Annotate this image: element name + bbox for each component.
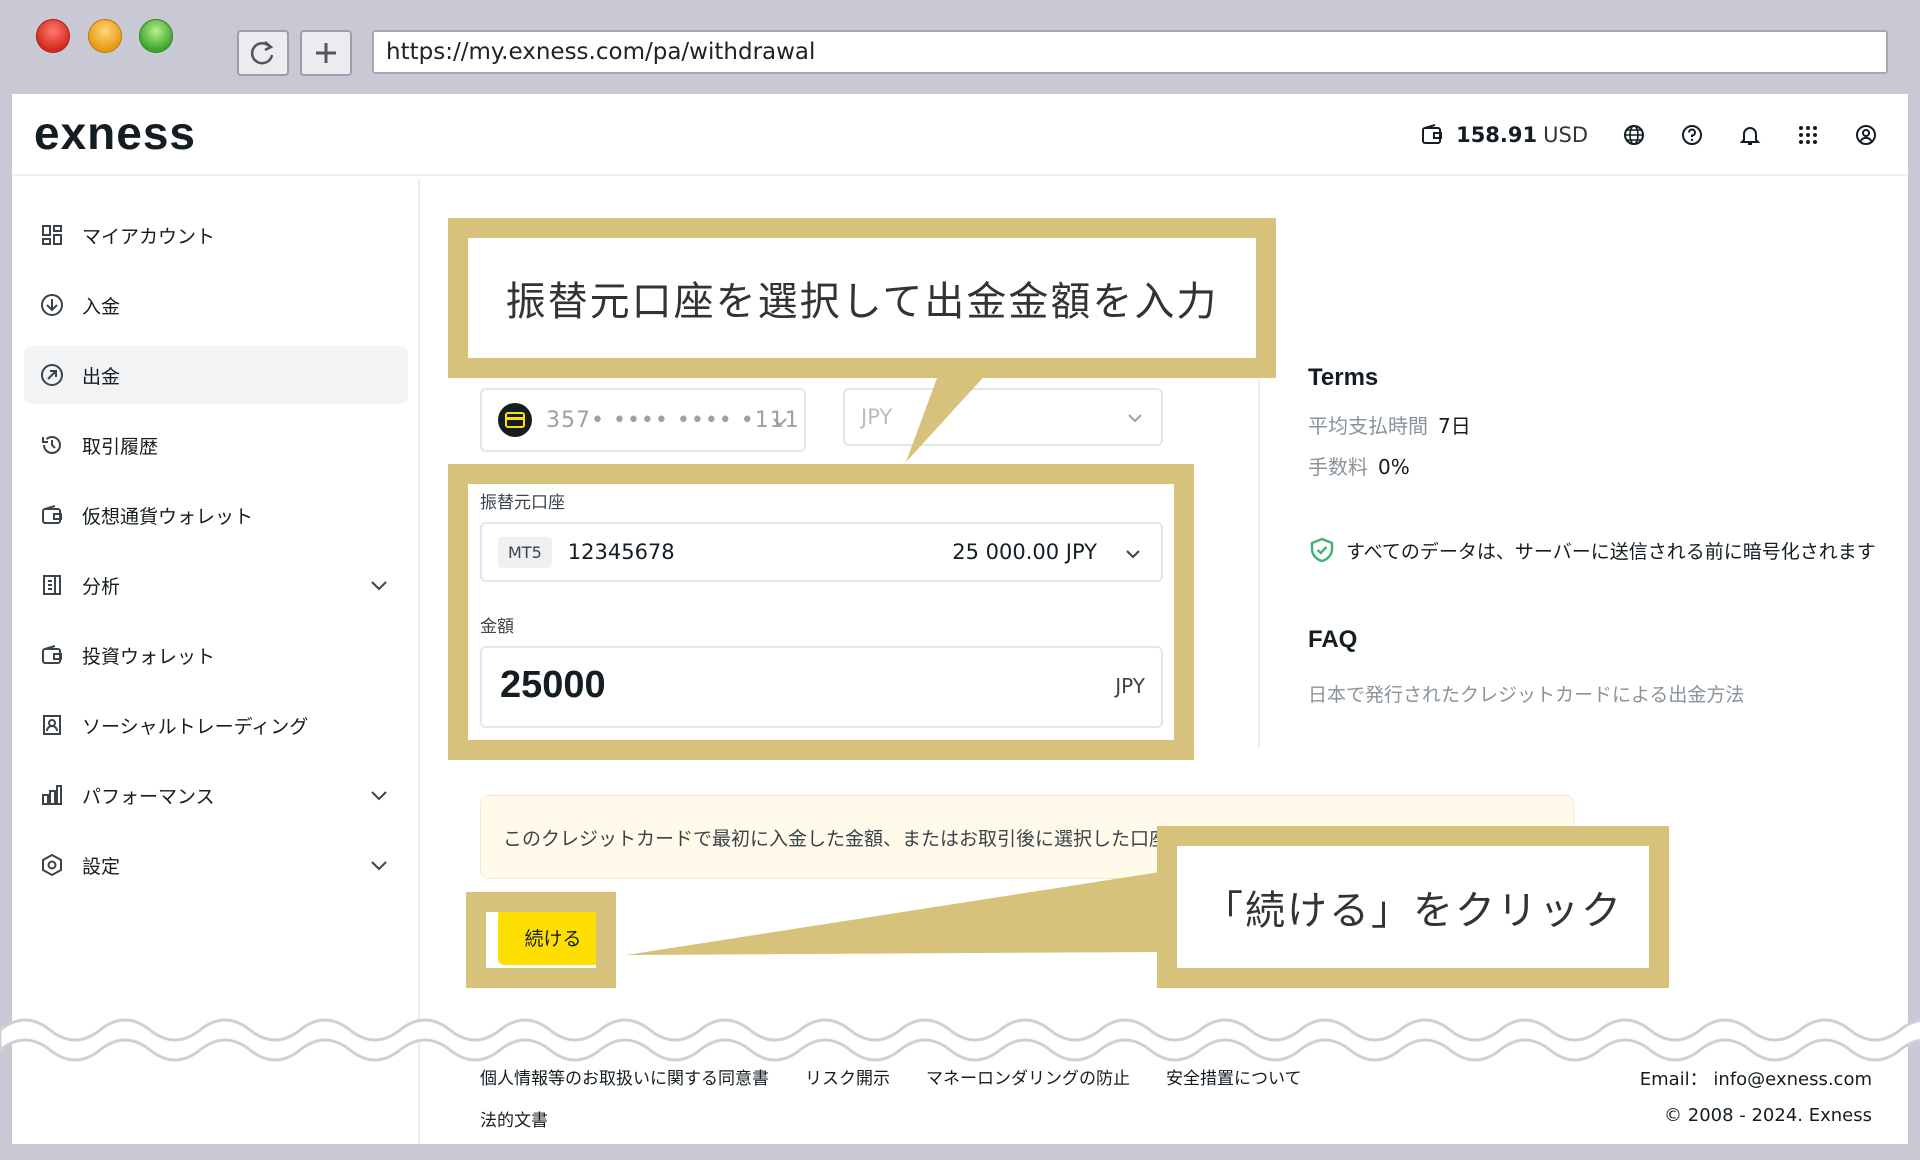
help-icon[interactable] [1680,123,1704,147]
sidebar-item-performance[interactable]: パフォーマンス [24,766,408,824]
wallet-icon [1422,124,1443,144]
reload-button[interactable] [237,30,289,76]
sidebar-item-settings[interactable]: 設定 [24,836,408,894]
processing-time-value: 7日 [1438,414,1471,438]
sidebar-item-label: 仮想通貨ウォレット [82,505,254,528]
faq-link[interactable]: 日本で発行されたクレジットカードによる出金方法 [1308,680,1888,707]
chevron-down-icon [1128,414,1142,423]
social-icon [38,711,66,739]
apps-grid-icon[interactable] [1796,123,1820,147]
callout-text: 「続ける」をクリック [1203,888,1623,934]
sidebar-item-label: 分析 [82,575,121,598]
fee-row: 手数料 0% [1308,451,1888,480]
sidebar-item-label: ソーシャルトレーディング [82,715,309,738]
cut-wave-divider [0,1018,1920,1062]
chevron-down-icon [371,791,387,801]
analytics-icon [38,571,66,599]
processing-time-label: 平均支払時間 [1308,414,1428,438]
browser-chrome: https://my.exness.com/pa/withdrawal [0,0,1920,94]
sidebar-item-history[interactable]: 取引履歴 [24,416,408,474]
sidebar-item-invest-wallet[interactable]: 投資ウォレット [24,626,408,684]
sidebar-item-analytics[interactable]: 分析 [24,556,408,614]
plus-icon [316,43,336,63]
currency-value: JPY [861,405,893,429]
minimize-window-button[interactable] [88,19,122,53]
sidebar-item-label: 投資ウォレット [82,645,216,668]
highlight-frame-form [448,464,1194,760]
history-icon [38,431,66,459]
sidebar-item-label: パフォーマンス [82,785,215,808]
sidebar-item-label: 取引履歴 [82,435,159,458]
footer-link-legal[interactable]: 法的文書 [480,1106,548,1131]
sidebar-item-social-trading[interactable]: ソーシャルトレーディング [24,696,408,754]
faq-title: FAQ [1308,626,1358,653]
currency-select[interactable]: JPY [843,388,1163,446]
top-header: exness 158.91 USD [12,94,1908,176]
sidebar-item-withdrawal[interactable]: 出金 [24,346,408,404]
sidebar-item-deposit[interactable]: 入金 [24,276,408,334]
balance-display[interactable]: 158.91 USD [1420,123,1588,147]
highlight-frame-continue [466,892,616,988]
callout-text: 振替元口座を選択して出金金額を入力 [505,279,1219,325]
globe-icon[interactable] [1622,123,1646,147]
balance-amount: 158.91 [1456,123,1538,147]
withdraw-icon [38,361,66,389]
balance-currency: USD [1543,123,1588,147]
shield-check-icon [1310,537,1334,563]
terms-panel: Terms 平均支払時間 7日 手数料 0% すべてのデータは、サーバーに送信される… [1308,364,1888,707]
close-window-button[interactable] [36,19,70,53]
vertical-divider [1258,358,1260,748]
sidebar-item-crypto-wallet[interactable]: 仮想通貨ウォレット [24,486,408,544]
new-tab-button[interactable] [300,30,352,76]
card-number: 357• •••• •••• •111 [546,407,800,433]
exness-logo[interactable]: exness [34,106,196,160]
chevron-down-icon [371,861,387,871]
deposit-icon [38,291,66,319]
sidebar-item-label: マイアカウント [82,225,216,248]
callout-click-continue: 「続ける」をクリック [1157,826,1669,988]
notice-text: このクレジットカードで最初に入金した金額、またはお取引後に選択した口座に [503,827,1188,850]
address-bar[interactable]: https://my.exness.com/pa/withdrawal [372,30,1888,74]
sidebar-item-label: 設定 [82,855,121,878]
dashboard-icon [38,221,66,249]
settings-icon [38,851,66,879]
fee-value: 0% [1378,455,1410,479]
maximize-window-button[interactable] [139,19,173,53]
bell-icon[interactable] [1738,123,1762,147]
terms-title: Terms [1308,364,1379,391]
reload-icon [250,41,274,65]
credit-card-icon [498,403,532,437]
chevron-down-icon [371,581,387,591]
user-profile-icon[interactable] [1854,123,1878,147]
fee-label: 手数料 [1308,455,1368,479]
security-note: すべてのデータは、サーバーに送信される前に暗号化されます [1308,536,1888,564]
sidebar-item-label: 出金 [82,365,121,388]
sidebar-item-label: 入金 [82,295,121,318]
wallet-icon [38,501,66,529]
chevron-down-icon [773,418,787,427]
wallet-icon [38,641,66,669]
sidebar-item-my-account[interactable]: マイアカウント [24,206,408,264]
security-text: すべてのデータは、サーバーに送信される前に暗号化されます [1346,540,1876,563]
processing-time-row: 平均支払時間 7日 [1308,410,1888,439]
chart-icon [38,781,66,809]
callout-select-account: 振替元口座を選択して出金金額を入力 [448,218,1276,378]
payment-method-select[interactable]: 357• •••• •••• •111 [480,388,806,452]
copyright: © 2008 - 2024. Exness [1664,1105,1872,1126]
